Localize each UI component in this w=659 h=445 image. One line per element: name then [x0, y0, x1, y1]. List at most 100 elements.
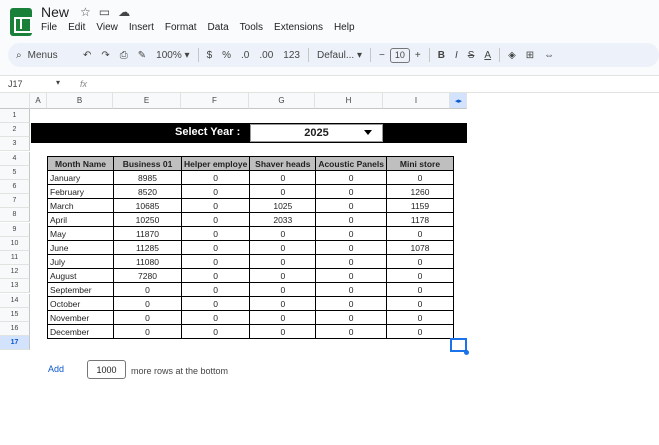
row-header-7[interactable]: 7: [0, 194, 30, 209]
font-size-increase-icon[interactable]: +: [410, 45, 426, 65]
column-heading[interactable]: Mini store: [385, 156, 454, 171]
value-cell[interactable]: 0: [113, 282, 182, 297]
value-cell[interactable]: 0: [249, 310, 317, 325]
italic-button[interactable]: I: [450, 45, 463, 65]
menu-item-help[interactable]: Help: [334, 22, 355, 33]
month-cell[interactable]: September: [47, 282, 114, 297]
value-cell[interactable]: 0: [249, 226, 317, 241]
expand-columns-icon[interactable]: ◂▸: [451, 94, 466, 108]
value-cell[interactable]: 0: [249, 254, 317, 269]
row-header-5[interactable]: 5: [0, 165, 30, 180]
value-cell[interactable]: 0: [249, 184, 317, 199]
row-header-17[interactable]: 17: [0, 336, 30, 351]
value-cell[interactable]: 0: [249, 240, 317, 255]
row-header-6[interactable]: 6: [0, 180, 30, 194]
font-size-decrease-icon[interactable]: −: [374, 45, 390, 65]
value-cell[interactable]: 0: [315, 268, 387, 283]
value-cell[interactable]: 0: [180, 226, 251, 241]
value-cell[interactable]: 10250: [113, 212, 182, 227]
borders-icon[interactable]: ⊞: [521, 45, 539, 65]
percent-button[interactable]: %: [217, 45, 236, 65]
row-header-11[interactable]: 11: [0, 251, 30, 265]
column-header-h[interactable]: H: [315, 93, 383, 109]
value-cell[interactable]: 0: [249, 324, 317, 339]
column-header-f[interactable]: F: [181, 93, 249, 109]
value-cell[interactable]: 0: [385, 254, 454, 269]
month-cell[interactable]: May: [47, 226, 114, 241]
font-size-input[interactable]: 10: [389, 47, 410, 63]
value-cell[interactable]: 1078: [385, 240, 454, 255]
value-cell[interactable]: 0: [249, 170, 317, 185]
fill-color-icon[interactable]: ◈: [503, 45, 521, 65]
value-cell[interactable]: 0: [385, 310, 454, 325]
value-cell[interactable]: 0: [315, 254, 387, 269]
currency-button[interactable]: $: [202, 45, 218, 65]
star-icon[interactable]: ☆: [80, 5, 91, 19]
value-cell[interactable]: 2033: [249, 212, 317, 227]
value-cell[interactable]: 8520: [113, 184, 182, 199]
column-header-e[interactable]: E: [113, 93, 181, 109]
text-color-button[interactable]: A: [479, 45, 496, 65]
row-header-1[interactable]: 1: [0, 109, 30, 123]
value-cell[interactable]: 0: [315, 240, 387, 255]
row-header-9[interactable]: 9: [0, 222, 30, 237]
increase-decimal-button[interactable]: .00: [254, 45, 278, 65]
merge-cells-icon[interactable]: ⇔: [539, 45, 559, 65]
month-cell[interactable]: June: [47, 240, 114, 255]
sheets-logo-icon[interactable]: [10, 8, 32, 36]
spreadsheet-grid[interactable]: A B E F G H I ◂▸ 1 2 3 4 5 6 7 8 9 10 11 12 13 14 15 16…: [0, 93, 659, 445]
menu-item-file[interactable]: File: [41, 22, 57, 33]
value-cell[interactable]: 0: [180, 170, 251, 185]
value-cell[interactable]: 0: [385, 282, 454, 297]
month-cell[interactable]: July: [47, 254, 114, 269]
column-heading[interactable]: Helper employe: [180, 156, 251, 171]
column-header-a[interactable]: A: [30, 93, 47, 109]
value-cell[interactable]: 0: [180, 310, 251, 325]
month-cell[interactable]: August: [47, 268, 114, 283]
column-heading[interactable]: Shaver heads: [249, 156, 317, 171]
value-cell[interactable]: 0: [113, 310, 182, 325]
value-cell[interactable]: 0: [180, 254, 251, 269]
row-header-8[interactable]: 8: [0, 208, 30, 223]
value-cell[interactable]: 10685: [113, 198, 182, 213]
value-cell[interactable]: 0: [180, 198, 251, 213]
value-cell[interactable]: 0: [180, 296, 251, 311]
column-heading[interactable]: Month Name: [47, 156, 114, 171]
value-cell[interactable]: 0: [315, 198, 387, 213]
document-title[interactable]: New: [41, 4, 69, 20]
undo-icon[interactable]: ↶: [78, 45, 96, 65]
select-all-corner[interactable]: [0, 93, 30, 109]
redo-icon[interactable]: ↷: [96, 45, 114, 65]
value-cell[interactable]: 11080: [113, 254, 182, 269]
month-cell[interactable]: March: [47, 198, 114, 213]
value-cell[interactable]: 1178: [385, 212, 454, 227]
menu-item-tools[interactable]: Tools: [240, 22, 263, 33]
number-format-button[interactable]: 123: [278, 45, 305, 65]
month-cell[interactable]: December: [47, 324, 114, 339]
value-cell[interactable]: 8985: [113, 170, 182, 185]
value-cell[interactable]: 0: [113, 324, 182, 339]
column-header-b[interactable]: B: [47, 93, 113, 109]
cloud-status-icon[interactable]: ☁: [118, 5, 130, 19]
value-cell[interactable]: 0: [180, 240, 251, 255]
value-cell[interactable]: 7280: [113, 268, 182, 283]
row-header-3[interactable]: 3: [0, 137, 30, 152]
value-cell[interactable]: 0: [180, 282, 251, 297]
month-cell[interactable]: April: [47, 212, 114, 227]
month-cell[interactable]: January: [47, 170, 114, 185]
row-header-14[interactable]: 14: [0, 293, 30, 308]
value-cell[interactable]: 0: [385, 226, 454, 241]
zoom-select[interactable]: 100% ▾: [151, 45, 194, 65]
value-cell[interactable]: 1260: [385, 184, 454, 199]
strikethrough-button[interactable]: S: [463, 45, 480, 65]
row-header-10[interactable]: 10: [0, 236, 30, 251]
menu-item-extensions[interactable]: Extensions: [274, 22, 323, 33]
paint-format-icon[interactable]: ✎: [133, 45, 151, 65]
menu-item-format[interactable]: Format: [165, 22, 197, 33]
value-cell[interactable]: 0: [249, 282, 317, 297]
decrease-decimal-button[interactable]: .0: [236, 45, 254, 65]
value-cell[interactable]: 1159: [385, 198, 454, 213]
value-cell[interactable]: 0: [385, 296, 454, 311]
month-cell[interactable]: October: [47, 296, 114, 311]
row-header-12[interactable]: 12: [0, 265, 30, 280]
